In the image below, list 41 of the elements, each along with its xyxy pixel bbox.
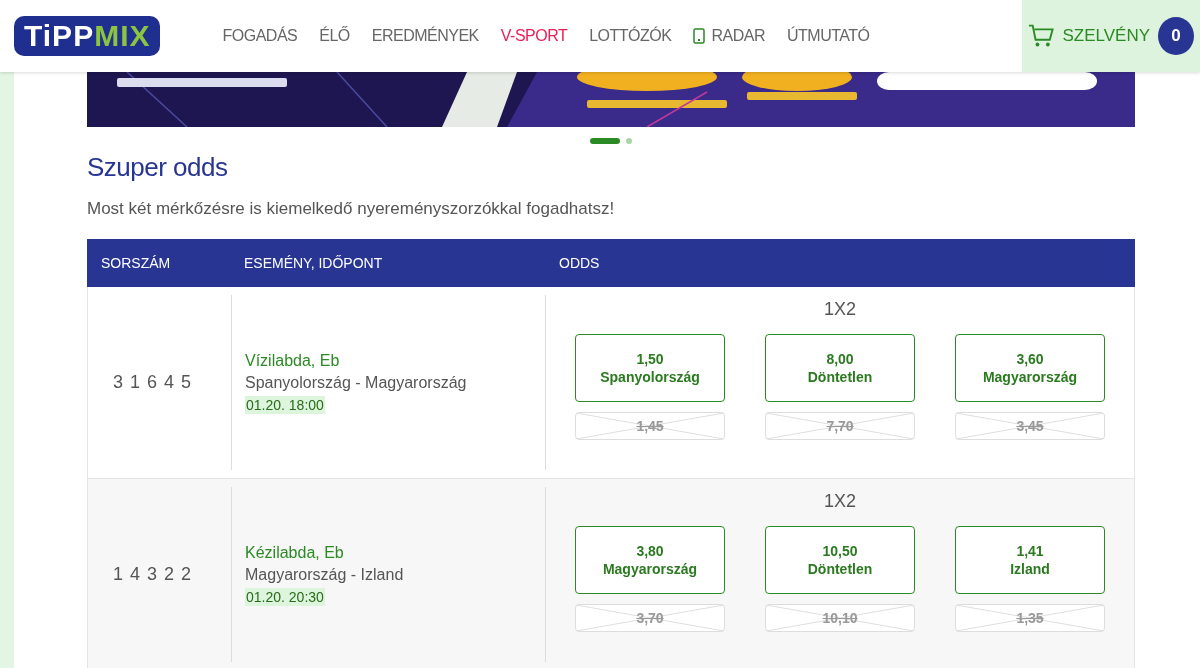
section-title: Szuper odds xyxy=(87,152,229,183)
phone-icon xyxy=(693,28,706,44)
match-name: Magyarország - Izland xyxy=(245,565,404,584)
market-name: 1X2 xyxy=(824,491,856,512)
section-subtitle: Most két mérkőzésre is kiemelkedő nyereményszorzókkal fogadhatsz! xyxy=(87,199,616,219)
odds-button[interactable]: 3,60 Magyarország xyxy=(955,334,1105,402)
previous-odds: 3,45 xyxy=(955,412,1105,440)
previous-odds: 7,70 xyxy=(765,412,915,440)
nav-link[interactable]: EREDMÉNYEK xyxy=(371,27,479,45)
cart-label: SZELVÉNY xyxy=(1062,26,1151,46)
column-header: SORSZÁM xyxy=(100,255,172,271)
odds-button[interactable]: 3,80 Magyarország xyxy=(575,526,725,594)
tippmix-logo[interactable]: TiPPMIX xyxy=(14,16,161,56)
nav-link[interactable]: RADAR xyxy=(693,27,765,45)
match-time: 01.20. 20:30 xyxy=(245,587,325,606)
nav-link[interactable]: V-SPORT xyxy=(500,27,568,45)
nav-link[interactable]: LOTTÓZÓK xyxy=(589,27,672,45)
sport-name: Kézilabda, Eb xyxy=(245,543,344,562)
cart-icon xyxy=(1028,23,1055,49)
market-name: 1X2 xyxy=(824,299,856,320)
column-header: ODDS xyxy=(558,255,601,271)
match-name: Spanyolország - Magyarország xyxy=(245,373,467,392)
column-header: ESEMÉNY, IDŐPONT xyxy=(243,255,384,271)
cart-button[interactable]: SZELVÉNY 0 xyxy=(1022,0,1200,72)
previous-odds: 3,70 xyxy=(575,604,725,632)
previous-odds: 1,45 xyxy=(575,412,725,440)
nav-link[interactable]: ÉLŐ xyxy=(319,27,350,45)
odds-button[interactable]: 1,50 Spanyolország xyxy=(575,334,725,402)
event-number: 3 1 6 4 5 xyxy=(113,372,193,393)
sport-name: Vízilabda, Eb xyxy=(245,351,340,370)
nav-link[interactable]: ÚTMUTATÓ xyxy=(786,27,870,45)
odds-button[interactable]: 1,41 Izland xyxy=(955,526,1105,594)
previous-odds: 10,10 xyxy=(765,604,915,632)
cart-count: 0 xyxy=(1158,17,1194,55)
event-number: 1 4 3 2 2 xyxy=(113,564,193,585)
carousel-dot[interactable] xyxy=(626,138,632,144)
odds-button[interactable]: 10,50 Döntetlen xyxy=(765,526,915,594)
previous-odds: 1,35 xyxy=(955,604,1105,632)
nav-link[interactable]: FOGADÁS xyxy=(222,27,298,45)
match-time: 01.20. 18:00 xyxy=(245,395,325,414)
odds-button[interactable]: 8,00 Döntetlen xyxy=(765,334,915,402)
